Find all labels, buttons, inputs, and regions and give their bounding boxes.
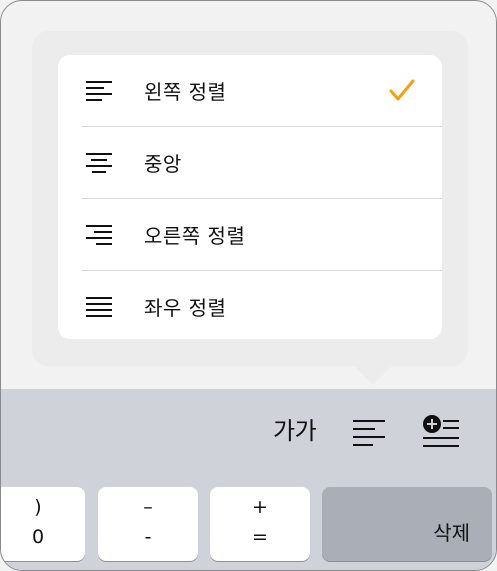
delete-key-label: 삭제: [433, 521, 470, 545]
align-left-icon: [86, 79, 112, 101]
delete-key[interactable]: 삭제: [322, 487, 492, 561]
align-justify-icon: [86, 295, 112, 317]
alignment-menu: 왼쪽 정렬 중앙 오른쪽 정렬 좌우 정렬: [58, 55, 442, 339]
align-center-icon: [86, 151, 112, 173]
menu-item-align-right[interactable]: 오른쪽 정렬: [58, 199, 442, 270]
key-char: 0: [31, 526, 45, 548]
key-char: -: [144, 526, 152, 548]
key-shift-char: +: [252, 496, 268, 518]
menu-item-label: 오른쪽 정렬: [144, 224, 246, 248]
align-right-icon: [86, 223, 112, 245]
key-equals[interactable]: + =: [210, 487, 310, 561]
key-minus[interactable]: – -: [98, 487, 198, 561]
format-toolbar: 가가: [1, 389, 496, 479]
menu-item-label: 왼쪽 정렬: [144, 80, 227, 104]
checkmark-icon: [388, 78, 416, 102]
key-shift-char: ): [34, 496, 42, 518]
menu-item-label: 중앙: [144, 152, 182, 176]
keyboard: ) 0 – - + = 삭제: [1, 479, 496, 570]
device-frame: 왼쪽 정렬 중앙 오른쪽 정렬 좌우 정렬 가가) 0 – - + = 삭제: [0, 0, 497, 571]
key-0[interactable]: ) 0: [1, 487, 85, 561]
insert-list-icon[interactable]: [423, 415, 459, 453]
align-left-icon[interactable]: [353, 419, 385, 451]
menu-item-align-justify[interactable]: 좌우 정렬: [58, 271, 442, 339]
menu-item-align-left[interactable]: 왼쪽 정렬: [58, 55, 442, 126]
key-char: =: [252, 526, 268, 548]
key-shift-char: –: [143, 496, 153, 518]
popover-arrow: [353, 365, 393, 385]
font-style-button[interactable]: 가가: [273, 411, 317, 446]
menu-item-label: 좌우 정렬: [144, 296, 227, 320]
menu-item-align-center[interactable]: 중앙: [58, 127, 442, 198]
